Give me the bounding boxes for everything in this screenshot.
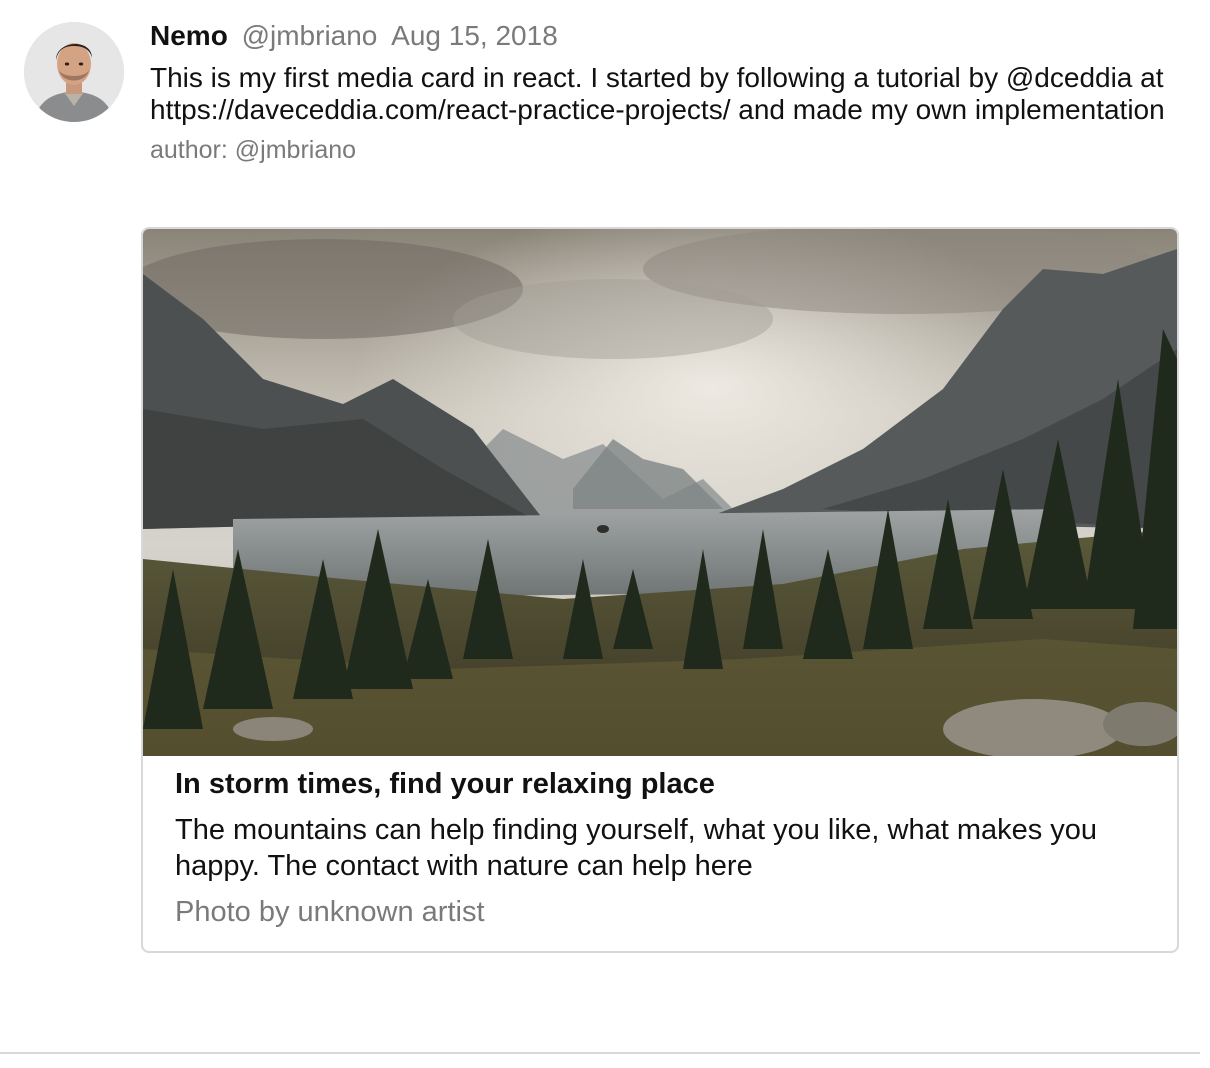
- card-description: The mountains can help finding yourself,…: [175, 814, 1098, 882]
- avatar[interactable]: [24, 22, 124, 122]
- user-handle[interactable]: @jmbriano: [242, 20, 378, 51]
- card-title: In storm times, find your relaxing place: [175, 768, 715, 800]
- card-image: [143, 229, 1177, 756]
- tweet-date[interactable]: Aug 15, 2018: [391, 20, 558, 51]
- tweet-message: This is my first media card in react. I …: [150, 62, 1165, 125]
- bottom-divider: [0, 1052, 1200, 1054]
- author-line: author: @jmbriano: [150, 136, 357, 164]
- card-body: In storm times, find your relaxing place…: [143, 756, 1177, 930]
- tweet-content: Nemo @jmbriano Aug 15, 2018 This is my f…: [150, 18, 1190, 166]
- tweet: Nemo @jmbriano Aug 15, 2018 This is my f…: [0, 0, 1210, 1068]
- tweet-header: Nemo @jmbriano Aug 15, 2018: [150, 18, 1190, 54]
- user-name[interactable]: Nemo: [150, 20, 228, 51]
- media-card[interactable]: In storm times, find your relaxing place…: [141, 227, 1179, 953]
- user-avatar-image: [24, 22, 124, 122]
- card-photo-credit: Photo by unknown artist: [175, 896, 485, 928]
